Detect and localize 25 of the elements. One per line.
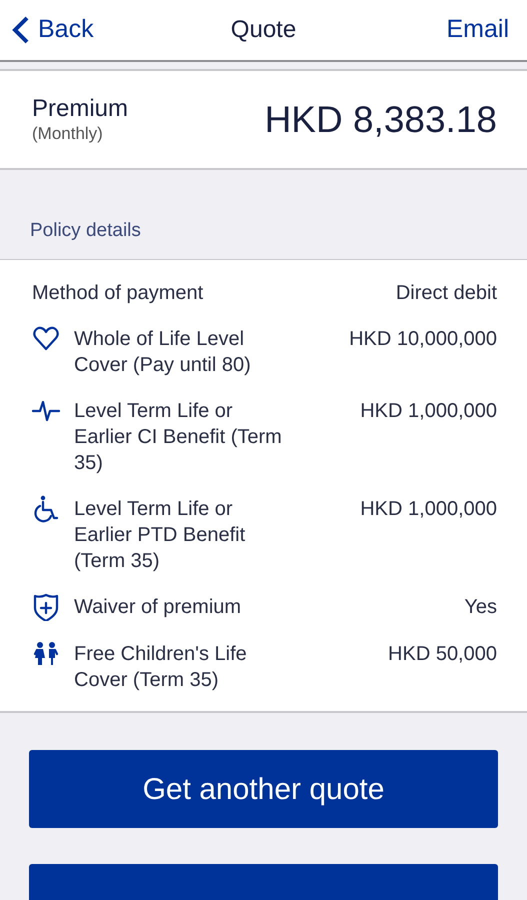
- detail-label: Free Children's Life Cover (Term 35): [74, 642, 248, 693]
- premium-amount: HKD 8,383.18: [264, 98, 497, 142]
- premium-label: Premium: [32, 94, 128, 122]
- detail-value: HKD 1,000,000: [360, 399, 497, 424]
- detail-value: Yes: [464, 595, 497, 620]
- detail-label: Level Term Life or Earlier PTD Benefit (Term 35): [74, 497, 246, 574]
- detail-value: HKD 10,000,000: [349, 327, 497, 352]
- detail-value: HKD 1,000,000: [360, 497, 497, 522]
- heart-icon: [32, 325, 60, 353]
- detail-label: Level Term Life or Earlier CI Benefit (Term 35): [74, 399, 283, 476]
- get-quote-button[interactable]: Get another quote: [29, 750, 498, 828]
- wheelchair-icon: [32, 495, 60, 523]
- shield-icon: [32, 593, 60, 621]
- detail-label: Waiver of premium: [74, 595, 242, 620]
- screen-title: Quote: [230, 15, 296, 45]
- premium-period: (Monthly): [32, 122, 104, 144]
- detail-value: Direct debit: [396, 281, 497, 306]
- detail-value: HKD 50,000: [388, 642, 497, 667]
- chevron-left-icon: [12, 16, 30, 44]
- section-title: Policy details: [30, 218, 141, 242]
- back-link[interactable]: Back: [12, 11, 94, 49]
- email-link[interactable]: Email: [446, 11, 515, 49]
- children-icon: [32, 640, 60, 668]
- detail-label: Method of payment: [32, 281, 204, 306]
- detail-label: Whole of Life Level Cover (Pay until 80): [74, 327, 252, 378]
